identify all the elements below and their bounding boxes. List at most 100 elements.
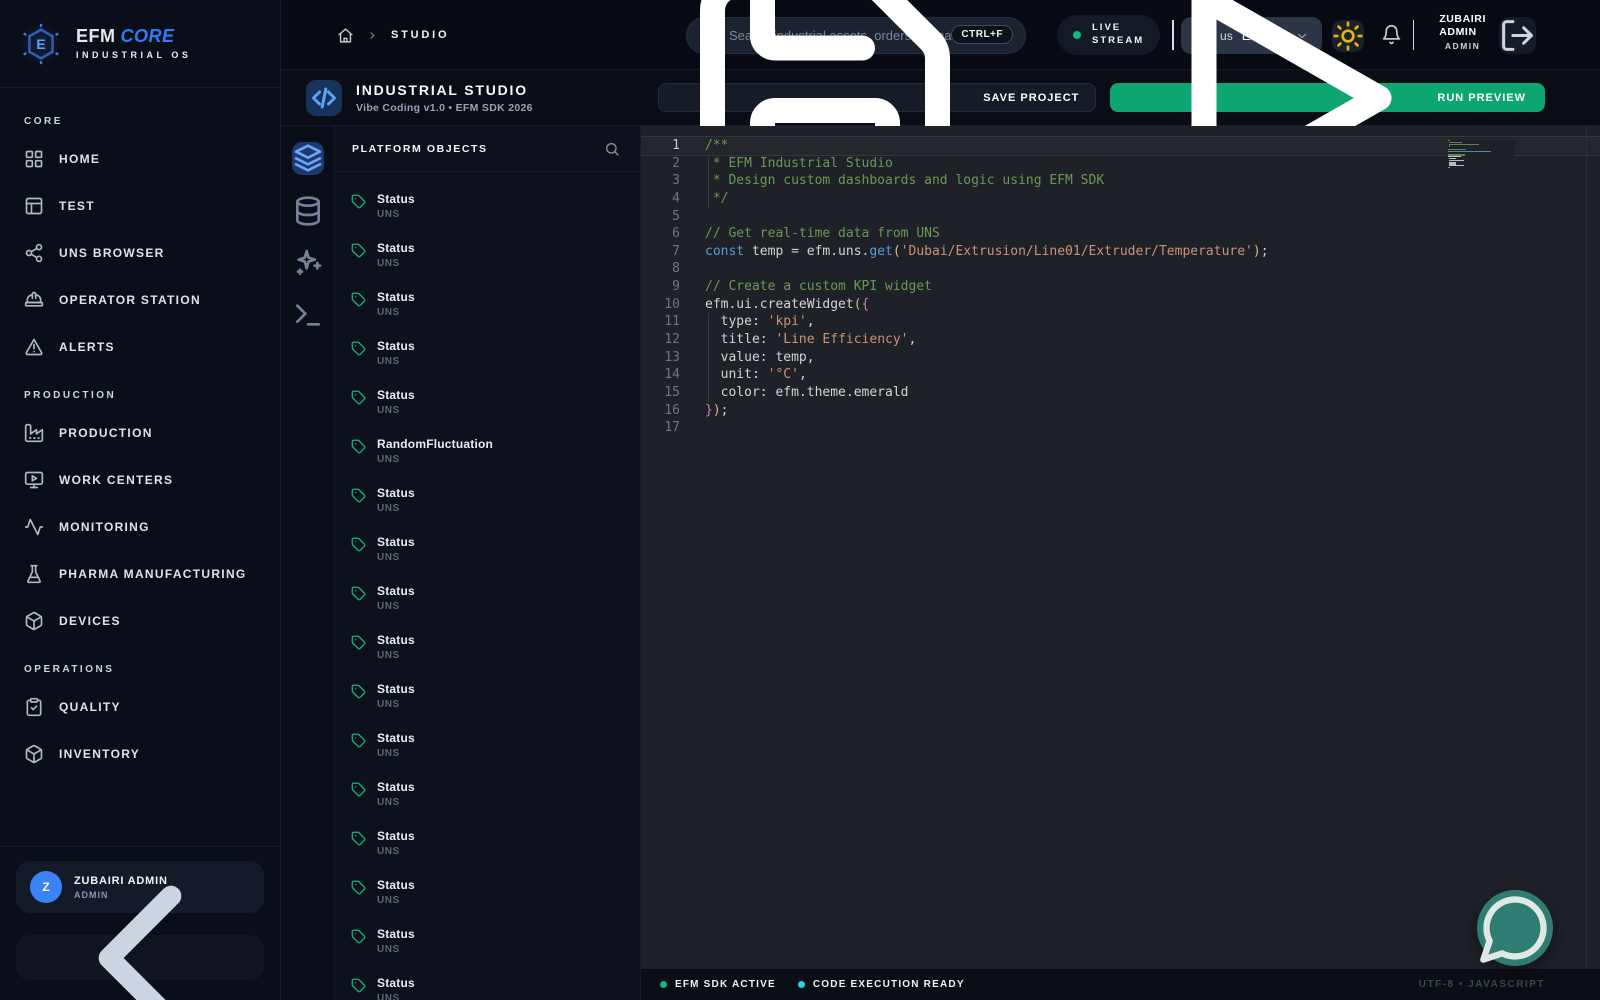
code-line[interactable]: 8 xyxy=(641,260,1600,278)
sidebar-item-pharma-manufacturing[interactable]: PHARMA MANUFACTURING xyxy=(24,550,256,597)
tag-icon xyxy=(351,880,366,895)
tool-ai-button[interactable] xyxy=(292,246,324,279)
save-project-button[interactable]: SAVE PROJECT xyxy=(658,83,1096,112)
sparkles-icon xyxy=(292,247,324,279)
sidebar-item-alerts[interactable]: ALERTS xyxy=(24,323,256,370)
platform-object-item[interactable]: Status UNS xyxy=(335,476,640,525)
tag-icon xyxy=(351,341,366,356)
line-number: 4 xyxy=(641,190,695,208)
platform-object-item[interactable]: StatusUNS xyxy=(335,280,640,329)
code-line[interactable]: 3 * Design custom dashboards and logic u… xyxy=(641,172,1600,190)
chevron-left-icon xyxy=(16,834,264,1000)
sidebar-item-label: UNS BROWSER xyxy=(59,246,165,260)
logout-icon xyxy=(1499,17,1536,54)
code-line[interactable]: 15 color: efm.theme.emerald xyxy=(641,384,1600,402)
code-line[interactable]: 7const temp = efm.uns.get('Dubai/Extrusi… xyxy=(641,243,1600,261)
code-line[interactable]: 12 title: 'Line Efficiency', xyxy=(641,331,1600,349)
code-line[interactable]: 5 xyxy=(641,208,1600,226)
sidebar-item-test[interactable]: TEST xyxy=(24,182,256,229)
object-name: Status xyxy=(377,339,415,353)
object-name: RandomFluctuation xyxy=(377,437,493,451)
platform-object-item[interactable]: StatusUNS xyxy=(335,231,640,280)
platform-object-item[interactable]: StatusUNS xyxy=(335,770,640,819)
platform-objects-list: Status UNS Status UNS Status UNS Status UNS Stat… xyxy=(335,172,640,1000)
object-type: UNS xyxy=(377,503,415,514)
sidebar-item-monitoring[interactable]: MONITORING xyxy=(24,503,256,550)
sidebar-item-inventory[interactable]: INVENTORY xyxy=(24,730,256,777)
sidebar-item-work-centers[interactable]: WORK CENTERS xyxy=(24,456,256,503)
code-editor[interactable]: 1/**2 * EFM Industrial Studio3 * Design … xyxy=(641,126,1600,968)
platform-object-item[interactable]: StatusUNS xyxy=(335,721,640,770)
minimap[interactable] xyxy=(1448,140,1515,174)
chat-fab-button[interactable] xyxy=(1477,890,1553,966)
platform-object-item[interactable]: StatusUNS xyxy=(335,525,640,574)
sidebar-item-uns-browser[interactable]: UNS BROWSER xyxy=(24,229,256,276)
breadcrumb: STUDIO xyxy=(337,0,449,70)
object-name: Status xyxy=(377,486,415,500)
platform-object-item[interactable]: StatusUNS xyxy=(335,378,640,427)
platform-object-item[interactable]: StatusUNS xyxy=(335,966,640,1000)
sidebar-item-label: MONITORING xyxy=(59,520,150,534)
object-type: UNS xyxy=(377,944,415,955)
code-line[interactable]: 13 value: temp, xyxy=(641,349,1600,367)
brand-logo[interactable]: E EFMCORE INDUSTRIAL OS xyxy=(0,0,280,88)
panel-search-icon[interactable] xyxy=(604,141,620,157)
sidebar-item-devices[interactable]: DEVICES xyxy=(24,597,256,644)
tag-icon xyxy=(351,782,366,797)
logout-button[interactable] xyxy=(1499,17,1536,54)
sidebar-collapse-button[interactable] xyxy=(16,935,264,980)
line-number: 3 xyxy=(641,172,695,190)
sidebar-item-label: WORK CENTERS xyxy=(59,473,173,487)
factory-icon xyxy=(24,423,44,443)
home-icon[interactable] xyxy=(337,27,354,44)
code-line[interactable]: 11 type: 'kpi', xyxy=(641,313,1600,331)
platform-object-item[interactable]: StatusUNS xyxy=(335,623,640,672)
tag-icon xyxy=(351,733,366,748)
tool-terminal-button[interactable] xyxy=(292,298,324,331)
flask-icon xyxy=(24,564,44,584)
status-execution: CODE EXECUTION READY xyxy=(798,979,965,990)
sidebar-item-label: OPERATOR STATION xyxy=(59,293,201,307)
platform-object-item[interactable]: StatusUNS xyxy=(335,182,640,231)
sidebar-item-operator-station[interactable]: OPERATOR STATION xyxy=(24,276,256,323)
chat-bubble-icon xyxy=(1477,890,1553,966)
tag-icon xyxy=(351,488,366,503)
tool-database-button[interactable] xyxy=(292,194,324,227)
terminal-icon xyxy=(292,299,324,331)
object-type: UNS xyxy=(377,356,415,367)
header-user-menu[interactable]: ZUBAIRI ADMIN ADMIN xyxy=(1439,13,1486,51)
sidebar-item-label: QUALITY xyxy=(59,700,121,714)
platform-object-item[interactable]: StatusUNS xyxy=(335,574,640,623)
object-name: Status xyxy=(377,878,415,892)
object-name: Status xyxy=(377,829,415,843)
platform-object-item[interactable]: StatusUNS xyxy=(335,819,640,868)
platform-object-item[interactable]: StatusUNS xyxy=(335,917,640,966)
run-preview-button[interactable]: RUN PREVIEW xyxy=(1110,83,1545,112)
tool-layers-button[interactable] xyxy=(292,142,324,175)
line-number: 15 xyxy=(641,384,695,402)
code-line[interactable]: 6// Get real-time data from UNS xyxy=(641,225,1600,243)
code-line[interactable]: 10efm.ui.createWidget({ xyxy=(641,296,1600,314)
code-line[interactable]: 4 */ xyxy=(641,190,1600,208)
sidebar-item-production[interactable]: PRODUCTION xyxy=(24,409,256,456)
object-name: Status xyxy=(377,192,415,206)
platform-object-item[interactable]: StatusUNS xyxy=(335,672,640,721)
platform-object-item[interactable]: RandomFluctuationUNS xyxy=(335,427,640,476)
code-line[interactable]: 17 xyxy=(641,419,1600,437)
object-name: Status xyxy=(377,535,415,549)
platform-object-item[interactable]: Status UNS xyxy=(335,868,640,917)
sidebar-item-quality[interactable]: QUALITY xyxy=(24,683,256,730)
object-type: UNS xyxy=(377,258,415,269)
sidebar-nav: COREHOMETESTUNS BROWSEROPERATOR STATIONA… xyxy=(0,88,280,777)
object-type: UNS xyxy=(377,993,415,1000)
platform-object-item[interactable]: Status UNS xyxy=(335,329,640,378)
sidebar-bottom: Z ZUBAIRI ADMIN ADMIN xyxy=(0,846,280,1000)
tag-icon xyxy=(351,586,366,601)
code-line[interactable]: 14 unit: '°C', xyxy=(641,366,1600,384)
tag-icon xyxy=(351,243,366,258)
object-type: UNS xyxy=(377,895,415,906)
sidebar-item-home[interactable]: HOME xyxy=(24,135,256,182)
code-line[interactable]: 9// Create a custom KPI widget xyxy=(641,278,1600,296)
layers-icon xyxy=(292,143,324,175)
code-line[interactable]: 16}); xyxy=(641,402,1600,420)
